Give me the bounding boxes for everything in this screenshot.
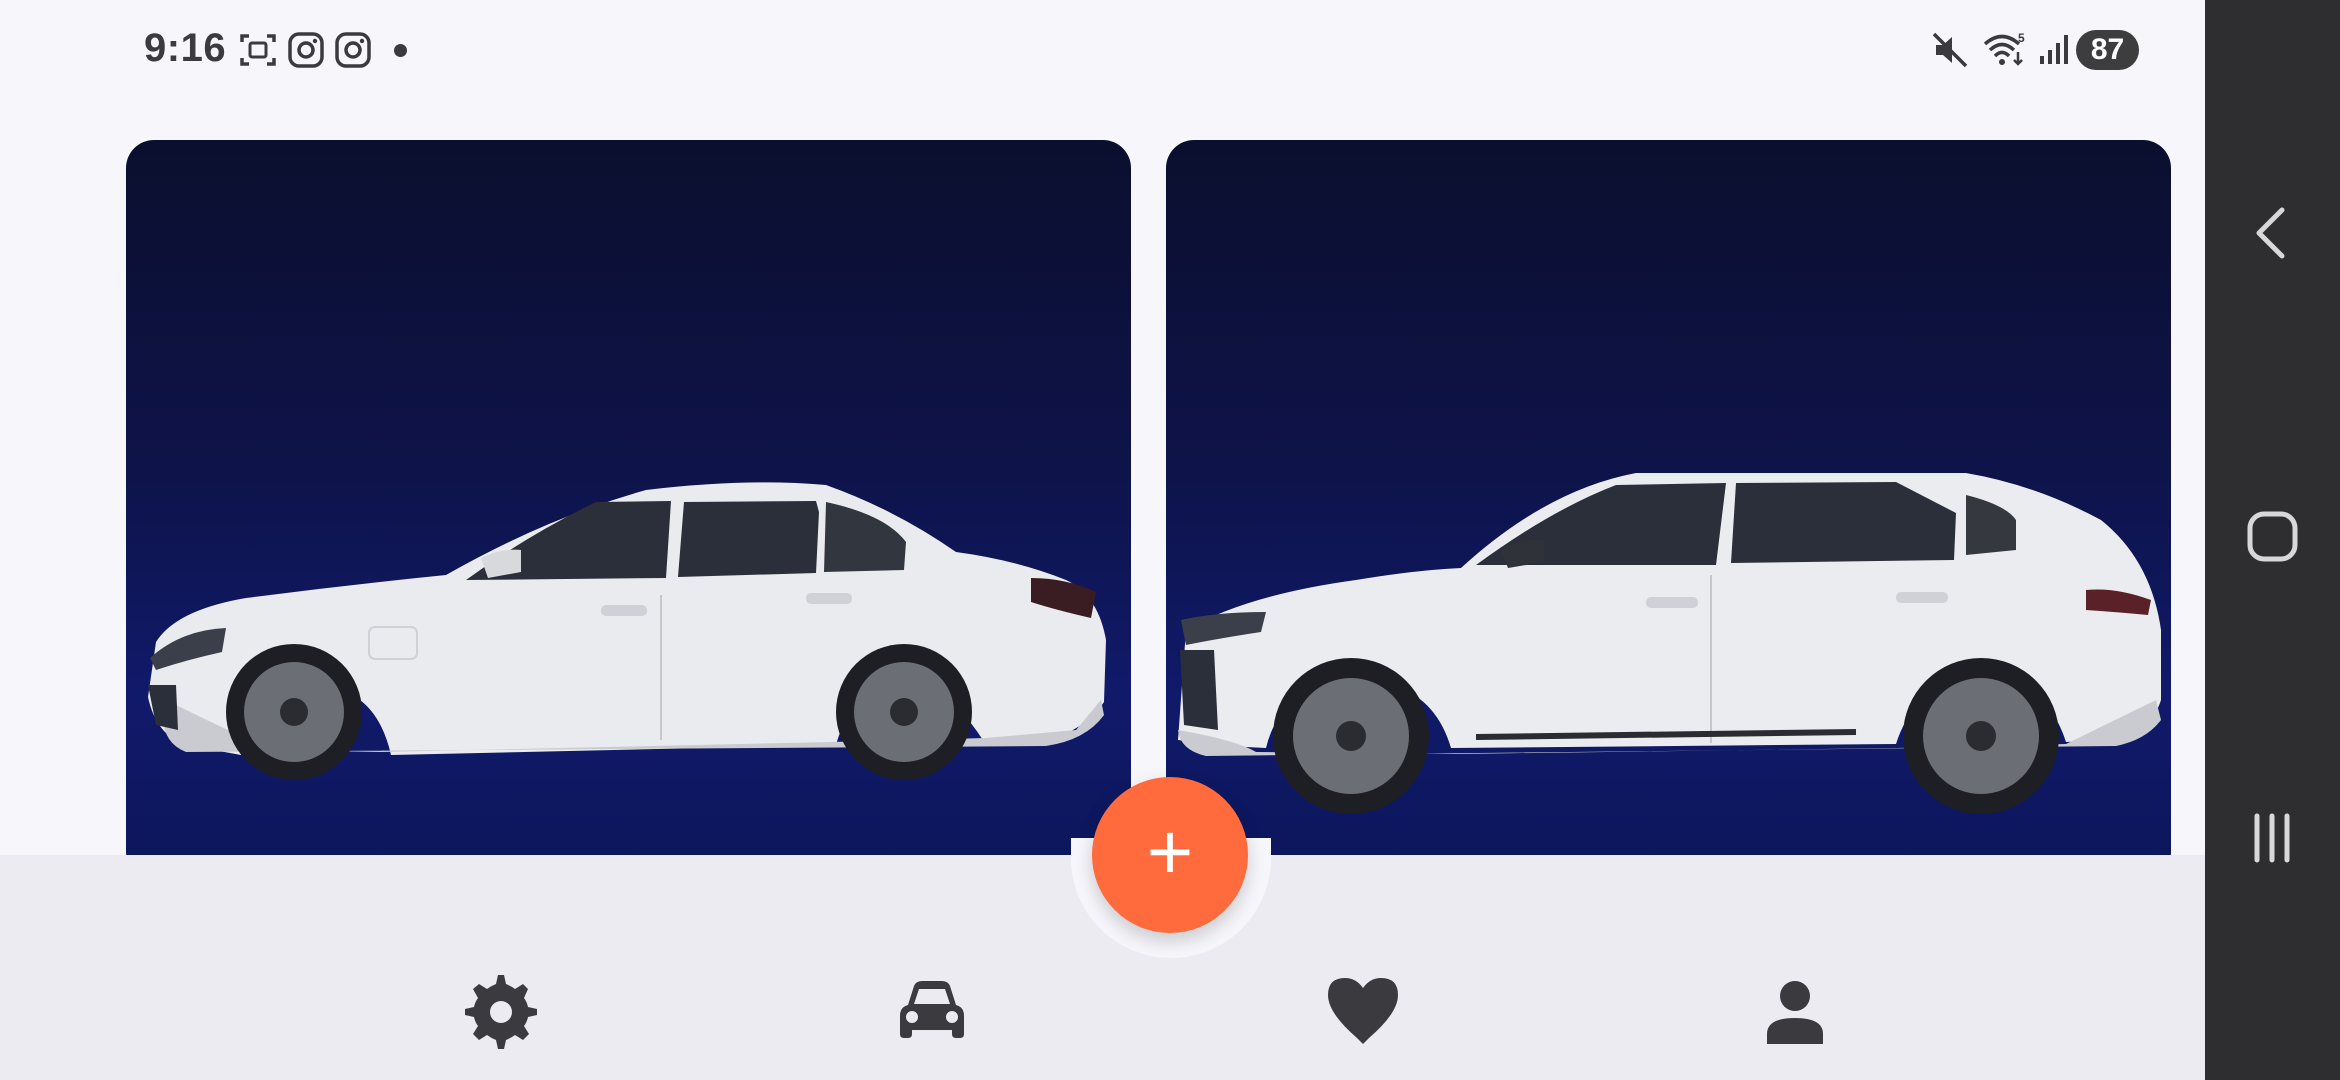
person-icon[interactable] — [1755, 972, 1835, 1052]
wifi-icon: 5 — [1983, 31, 2025, 66]
battery-icon: 87 — [2076, 30, 2139, 70]
instagram-icon — [335, 32, 371, 68]
notification-dot — [394, 44, 407, 57]
car-image-suv — [1178, 473, 2161, 814]
plus-icon: + — [1146, 807, 1194, 896]
screenshot-icon — [240, 34, 276, 66]
instagram-icon — [288, 32, 324, 68]
svg-text:5: 5 — [2018, 31, 2025, 45]
signal-icon — [2040, 35, 2068, 64]
clock: 9:16 — [144, 26, 227, 70]
car-icon[interactable] — [892, 972, 972, 1052]
add-button[interactable]: + — [1092, 777, 1248, 933]
recents-icon[interactable] — [2235, 800, 2310, 875]
bmw-sedan-card[interactable] — [126, 140, 1131, 880]
status-bar: 9:16 5 87 — [0, 0, 2205, 100]
audi-suv-card[interactable] — [1166, 140, 2171, 880]
mute-icon — [1932, 32, 1968, 68]
back-icon[interactable] — [2235, 196, 2310, 271]
app-screen: 9:16 5 87 + — [0, 0, 2205, 1080]
heart-icon[interactable] — [1323, 972, 1403, 1052]
car-image-sedan — [148, 482, 1106, 780]
home-icon[interactable] — [2235, 499, 2310, 574]
gear-icon[interactable] — [461, 972, 541, 1052]
